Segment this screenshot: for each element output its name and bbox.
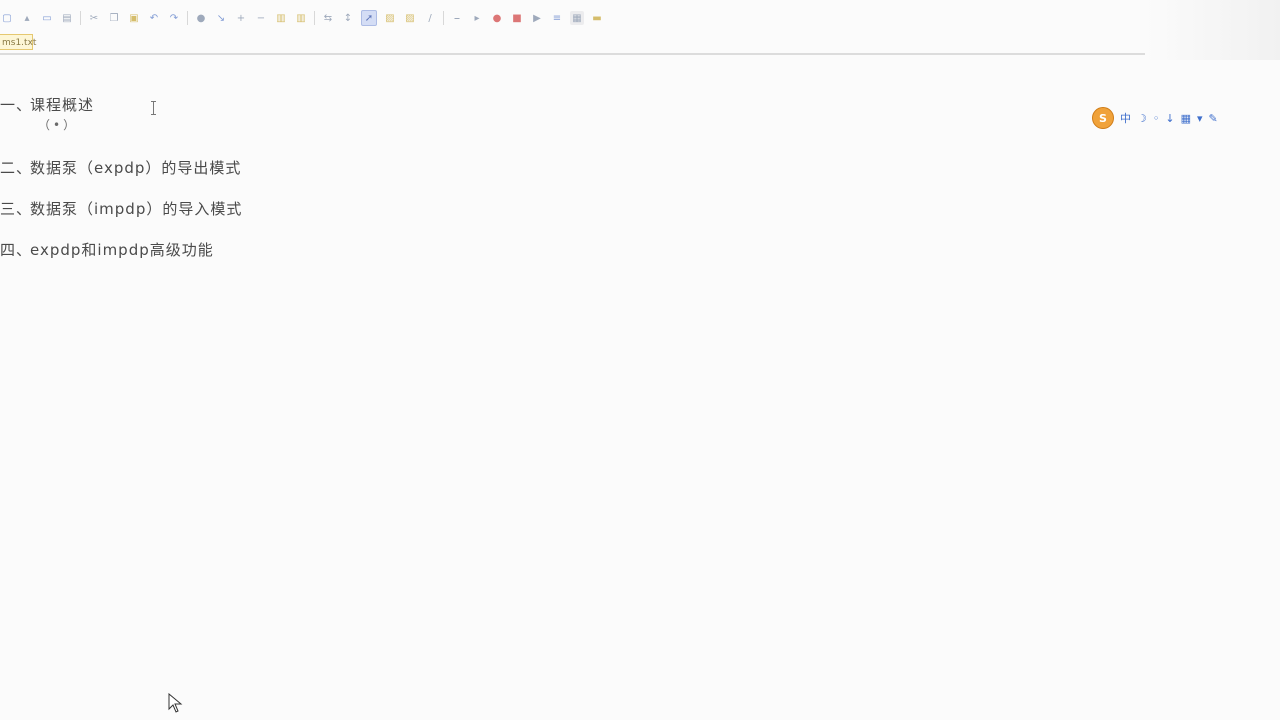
pen-icon[interactable]: / bbox=[423, 11, 437, 25]
paste-icon[interactable]: ▣ bbox=[127, 11, 141, 25]
window-icon[interactable]: ▦ bbox=[570, 11, 584, 25]
ime-tools-icon[interactable]: ✎ bbox=[1209, 112, 1218, 125]
outline-item-3: 三、数据泵（impdp）的导入模式 bbox=[0, 198, 242, 219]
title-area-fade bbox=[1145, 0, 1280, 60]
ime-language-icon[interactable]: 中 bbox=[1120, 110, 1131, 126]
toolbar-separator bbox=[80, 11, 81, 25]
toolbar-separator bbox=[187, 11, 188, 25]
outline-item-number: 一、 bbox=[0, 96, 33, 114]
outline-item-1: 一、课程概述 bbox=[0, 94, 94, 115]
outdent-icon[interactable]: ▥ bbox=[294, 11, 308, 25]
redo-icon[interactable]: ↷ bbox=[167, 11, 181, 25]
zoom-in-icon[interactable]: + bbox=[234, 11, 248, 25]
print-icon[interactable]: ▤ bbox=[60, 11, 74, 25]
editor-top-border bbox=[0, 53, 1145, 55]
arrow-icon[interactable]: ▸ bbox=[470, 11, 484, 25]
macro-record-icon[interactable]: ▨ bbox=[403, 11, 417, 25]
highlight-icon[interactable]: ▬ bbox=[590, 11, 604, 25]
outline-item-text: expdp和impdp高级功能 bbox=[30, 241, 214, 259]
ime-voice-icon[interactable]: ↓ bbox=[1165, 112, 1174, 125]
text-cursor-icon bbox=[151, 101, 156, 115]
main-toolbar: ▢ ▴ ▭ ▤ ✂ ❐ ▣ ↶ ↷ ● ↘ + − ▥ ▥ ⇆ ↕ ➚ ▨ ▨ … bbox=[0, 8, 660, 28]
cut-icon[interactable]: ✂ bbox=[87, 11, 101, 25]
outline-subitem: （•） bbox=[38, 118, 79, 132]
copy-icon[interactable]: ❐ bbox=[107, 11, 121, 25]
mouse-pointer-icon bbox=[168, 693, 183, 713]
outline-item-text: 数据泵（impdp）的导入模式 bbox=[30, 200, 243, 218]
save-icon[interactable]: ▭ bbox=[40, 11, 54, 25]
list-icon[interactable]: ≡ bbox=[550, 11, 564, 25]
document-tab[interactable]: ms1.txt bbox=[0, 34, 36, 50]
ime-status-bar[interactable]: S 中 ☽ ◦ ↓ ▦ ▾ ✎ bbox=[1092, 107, 1218, 129]
macro-icon[interactable]: ▨ bbox=[383, 11, 397, 25]
line-icon[interactable]: ⎯ bbox=[450, 11, 464, 25]
play-icon[interactable]: ▶ bbox=[530, 11, 544, 25]
open-file-icon[interactable]: ▴ bbox=[20, 11, 34, 25]
outline-item-number: 三、 bbox=[0, 200, 33, 218]
outline-item-number: 四、 bbox=[0, 241, 33, 259]
indent-icon[interactable]: ▥ bbox=[274, 11, 288, 25]
ime-halfwidth-icon[interactable]: ☽ bbox=[1137, 112, 1147, 125]
outline-item-number: 二、 bbox=[0, 159, 33, 177]
new-file-icon[interactable]: ▢ bbox=[0, 11, 14, 25]
ime-logo-icon[interactable]: S bbox=[1092, 107, 1114, 129]
outline-item-4: 四、expdp和impdp高级功能 bbox=[0, 239, 214, 260]
outline-item-text: 课程概述 bbox=[30, 96, 95, 114]
replace-icon[interactable]: ↘ bbox=[214, 11, 228, 25]
undo-icon[interactable]: ↶ bbox=[147, 11, 161, 25]
zoom-out-icon[interactable]: − bbox=[254, 11, 268, 25]
ime-skin-icon[interactable]: ▾ bbox=[1197, 112, 1203, 125]
outline-item-2: 二、数据泵（expdp）的导出模式 bbox=[0, 157, 241, 178]
outline-item-text: 数据泵（expdp）的导出模式 bbox=[30, 159, 242, 177]
find-icon[interactable]: ● bbox=[194, 11, 208, 25]
pointer-icon[interactable]: ➚ bbox=[361, 10, 377, 26]
ime-keyboard-icon[interactable]: ▦ bbox=[1181, 112, 1191, 125]
wrap-icon[interactable]: ⇆ bbox=[321, 11, 335, 25]
stop-icon[interactable]: ■ bbox=[510, 11, 524, 25]
record-icon[interactable]: ● bbox=[490, 11, 504, 25]
toolbar-separator bbox=[314, 11, 315, 25]
ime-punctuation-icon[interactable]: ◦ bbox=[1153, 112, 1160, 125]
sort-icon[interactable]: ↕ bbox=[341, 11, 355, 25]
toolbar-separator bbox=[443, 11, 444, 25]
